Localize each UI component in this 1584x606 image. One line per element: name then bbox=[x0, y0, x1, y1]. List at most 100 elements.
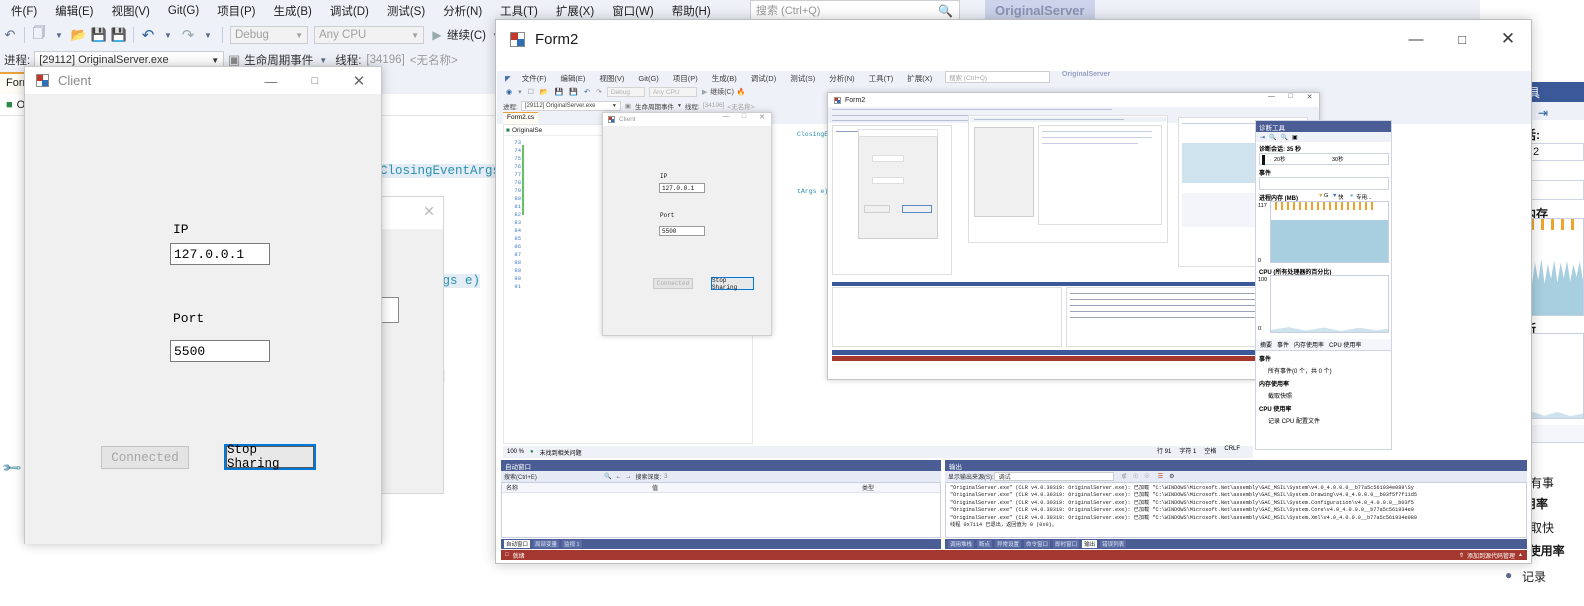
background-dialog[interactable]: ✕ bbox=[377, 196, 444, 494]
chevron-down-icon: ▼ bbox=[295, 30, 303, 40]
client-titlebar[interactable]: Client — □ ✕ bbox=[25, 67, 381, 95]
open-folder-icon[interactable]: 📂 bbox=[69, 27, 89, 43]
line-number: 73 bbox=[514, 139, 521, 146]
legend-private-label: 专用... bbox=[1356, 195, 1372, 201]
forward-icon: → bbox=[625, 473, 632, 480]
zoom-in-icon: 🔍 bbox=[1269, 134, 1277, 141]
chevron-down-icon[interactable]: ▼ bbox=[313, 56, 333, 65]
menu-item-file[interactable]: 件(F) bbox=[2, 1, 46, 21]
new-project-icon[interactable]: 🗍 bbox=[29, 24, 49, 46]
menu-item-project[interactable]: 项目(P) bbox=[208, 1, 264, 21]
line-number: 88 bbox=[514, 259, 521, 266]
shared-tab-callstack: 调用堆栈 bbox=[948, 540, 975, 548]
search-input[interactable]: 搜索 (Ctrl+Q) 🔍 bbox=[750, 0, 960, 20]
open-folder-icon: 📂 bbox=[539, 89, 549, 96]
shared-zoom-level: 100 % bbox=[507, 449, 525, 455]
shared-search-placeholder: 搜索 (Ctrl+Q) bbox=[949, 75, 988, 82]
legend-gc-label: G bbox=[1324, 193, 1329, 199]
menu-item-build[interactable]: 生成(B) bbox=[265, 1, 321, 21]
shared-tab-memory: 内存使用率 bbox=[1294, 343, 1325, 349]
menu-item-analyze[interactable]: 分析(N) bbox=[434, 1, 491, 21]
undo-dropdown-icon[interactable]: ▼ bbox=[158, 31, 178, 40]
shared-client-window-controls: — □ ✕ bbox=[717, 113, 771, 121]
export-icon[interactable]: ⇥ bbox=[1538, 106, 1548, 120]
platform-value: Any CPU bbox=[319, 29, 367, 41]
background-dialog-titlebar: ✕ bbox=[378, 197, 443, 229]
diagnostics-record-cpu[interactable]: 记录 bbox=[1522, 568, 1546, 585]
shared-autos-tabs: 自动窗口 局部变量 监视 1 bbox=[501, 539, 941, 549]
close-button[interactable]: ✕ bbox=[337, 67, 381, 95]
menu-item-help[interactable]: 帮助(H) bbox=[663, 1, 720, 21]
menu-item-test[interactable]: 测试(S) bbox=[378, 1, 434, 21]
chevron-down-icon[interactable]: ▼ bbox=[49, 31, 69, 40]
shared-tab-errorlist: 错误列表 bbox=[1100, 540, 1127, 548]
shared-ip-input: 127.0.0.1 bbox=[659, 183, 705, 193]
add-source-control-icon: ⇮ bbox=[1459, 552, 1465, 559]
close-button[interactable]: ✕ bbox=[1485, 20, 1531, 58]
chevron-down-icon: ▼ bbox=[211, 55, 220, 65]
undo-icon[interactable]: ↶ bbox=[138, 26, 158, 44]
legend-private-icon: ● bbox=[1350, 193, 1354, 199]
shared-project-badge: OriginalServer bbox=[1062, 71, 1111, 78]
shared-tab-exceptions: 异常设置 bbox=[995, 540, 1022, 548]
build-configuration-select[interactable]: Debug ▼ bbox=[230, 26, 308, 44]
menu-item-edit[interactable]: 编辑(E) bbox=[46, 1, 102, 21]
shared-platform: Any CPU bbox=[648, 87, 697, 97]
continue-button[interactable]: 继续(C) bbox=[447, 27, 486, 43]
winforms-app-icon bbox=[608, 116, 615, 123]
shared-lifecycle-label: 生命周期事件 bbox=[634, 103, 674, 111]
menu-item-git[interactable]: Git(G) bbox=[159, 3, 208, 19]
menu-item-extensions[interactable]: 扩展(X) bbox=[547, 1, 603, 21]
shared-section-events: 事件 bbox=[1259, 357, 1272, 363]
record-icon[interactable]: ● bbox=[1505, 568, 1512, 582]
shared-platform-value: Any CPU bbox=[652, 88, 680, 96]
back-icon[interactable]: ↶ bbox=[0, 27, 20, 43]
ip-input[interactable]: 127.0.0.1 bbox=[170, 243, 270, 265]
shared-record-cpu: 记录 CPU 配置文件 bbox=[1268, 419, 1321, 425]
close-icon[interactable]: ✕ bbox=[423, 203, 435, 220]
play-icon: ▶ bbox=[701, 89, 708, 96]
shared-editor-tab: Form2.cs bbox=[503, 112, 539, 124]
platform-select[interactable]: Any CPU ▼ bbox=[314, 26, 424, 44]
redo-dropdown-icon[interactable]: ▼ bbox=[198, 31, 218, 40]
legend-snapshot-icon: ▼ bbox=[1332, 193, 1338, 199]
shared-menu-git: Git(G) bbox=[638, 73, 659, 83]
form2-titlebar[interactable]: Form2 — □ ✕ bbox=[496, 20, 1531, 58]
line-number: 79 bbox=[514, 187, 521, 194]
source-control-icon: □ bbox=[505, 552, 509, 558]
menu-item-tools[interactable]: 工具(T) bbox=[491, 1, 547, 21]
shared-process-select: [29112] OriginalServer.exe ▼ bbox=[520, 100, 621, 111]
reset-zoom-icon: ▣ bbox=[1292, 134, 1298, 141]
menu-item-view[interactable]: 视图(V) bbox=[103, 1, 159, 21]
port-input[interactable]: 5500 bbox=[170, 340, 270, 362]
client-title-text: Client bbox=[58, 73, 92, 88]
maximize-button[interactable]: □ bbox=[293, 67, 337, 95]
menu-item-window[interactable]: 窗口(W) bbox=[603, 1, 663, 21]
shared-memory-max: 117 bbox=[1258, 203, 1267, 209]
column-value: 值 bbox=[652, 486, 659, 492]
form2-window[interactable]: Form2 — □ ✕ ◤ 文件(F) 编辑(E) 视图(V) Git(G) 项… bbox=[495, 19, 1532, 564]
settings-icon: ⚙ bbox=[1169, 474, 1175, 480]
minimize-button[interactable]: — bbox=[1393, 20, 1439, 58]
menu-item-debug[interactable]: 调试(D) bbox=[321, 1, 378, 21]
minimize-button[interactable]: — bbox=[249, 67, 293, 95]
output-line: "OriginalServer.exe" (CLR v4.0.30319: Or… bbox=[950, 514, 1417, 521]
client-dialog[interactable]: Client — □ ✕ IP 127.0.0.1 Port 5500 Conn… bbox=[24, 66, 382, 544]
column-type: 类型 bbox=[862, 486, 875, 492]
stop-sharing-button[interactable]: Stop Sharing bbox=[224, 443, 316, 471]
winforms-app-icon bbox=[510, 31, 525, 47]
shared-status-source-control: 添加到源代码管理 bbox=[1467, 553, 1516, 560]
save-all-icon[interactable]: 💾 bbox=[109, 27, 129, 43]
shared-events-track bbox=[1259, 177, 1389, 190]
save-icon[interactable]: 💾 bbox=[89, 27, 109, 43]
find-message-icon: ☉ bbox=[1132, 474, 1139, 480]
shared-menu-extensions: 扩展(X) bbox=[907, 73, 933, 83]
play-icon[interactable]: ▶ bbox=[427, 28, 447, 42]
shared-menu-view: 视图(V) bbox=[599, 73, 625, 83]
maximize-button[interactable]: □ bbox=[1439, 20, 1485, 58]
shared-tab-output: 输出 bbox=[1082, 540, 1098, 548]
diagnostics-tick-label: 2 bbox=[1533, 146, 1540, 158]
shared-menu-build: 生成(B) bbox=[711, 73, 737, 83]
redo-icon[interactable]: ↷ bbox=[178, 26, 198, 44]
shared-ip-label: IP bbox=[660, 173, 668, 180]
